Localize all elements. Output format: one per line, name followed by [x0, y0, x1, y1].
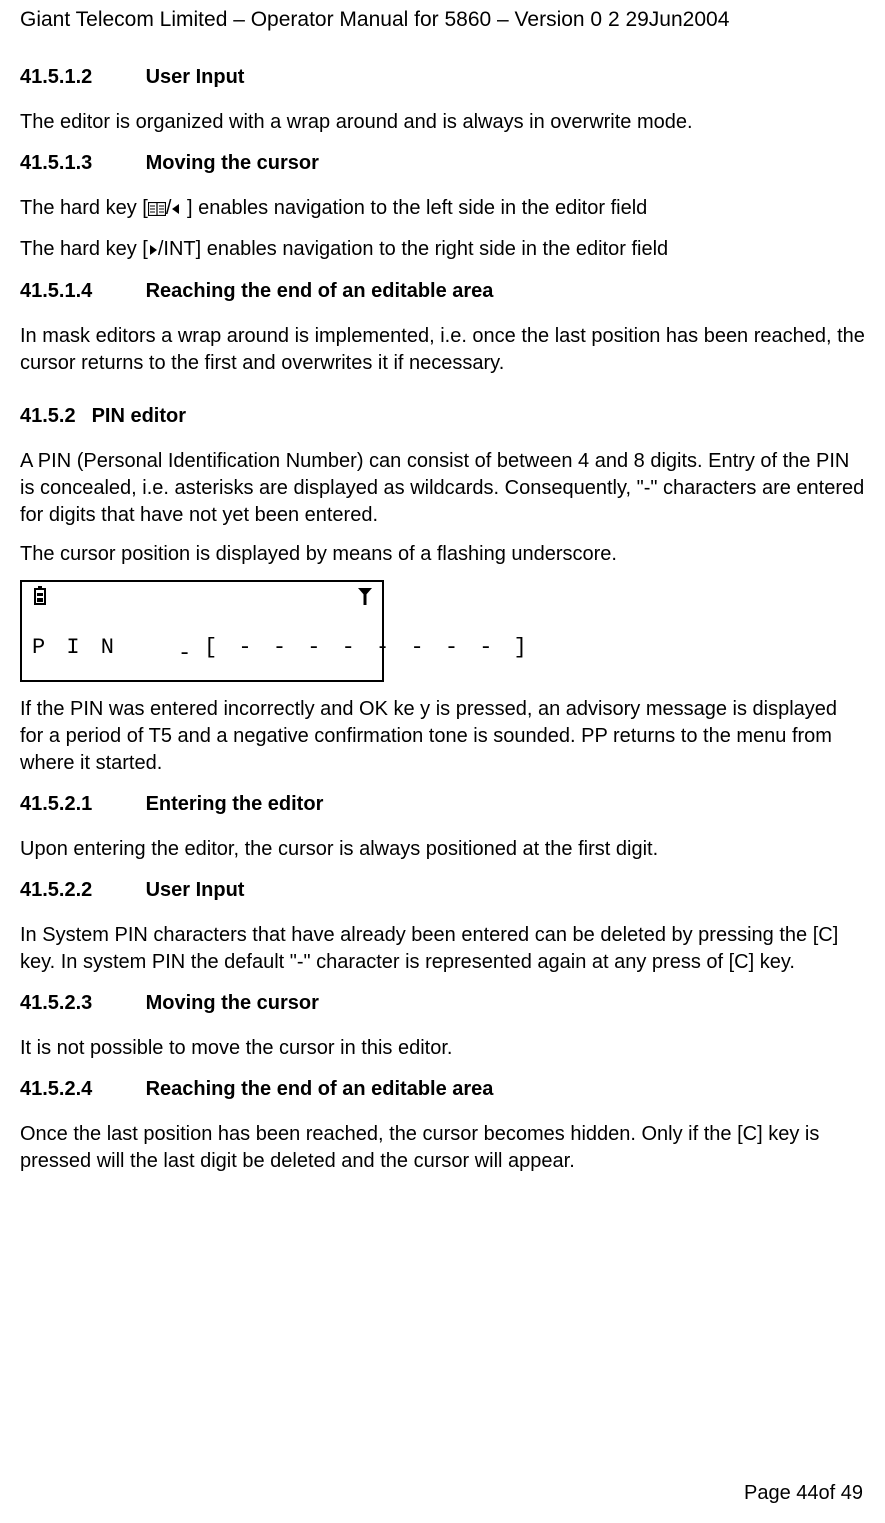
- body-text: It is not possible to move the cursor in…: [20, 1035, 865, 1062]
- heading-41513: 41.5.1.3 Moving the cursor: [20, 150, 865, 177]
- body-text: Upon entering the editor, the cursor is …: [20, 836, 865, 863]
- triangle-right-icon: [148, 237, 158, 264]
- section-number: 41.5.2.1: [20, 791, 140, 818]
- section-title: Moving the cursor: [146, 152, 319, 174]
- section-number: 41.5.1.2: [20, 64, 140, 91]
- section-title: Entering the editor: [146, 793, 324, 815]
- triangle-left-icon: [171, 196, 181, 223]
- section-title: User Input: [146, 66, 245, 88]
- section-number: 41.5.1.4: [20, 278, 140, 305]
- page-footer: Page 44of 49: [744, 1480, 863, 1507]
- heading-4152: 41.5.2 PIN editor: [20, 403, 865, 430]
- section-title: User Input: [146, 879, 245, 901]
- heading-41522: 41.5.2.2 User Input: [20, 877, 865, 904]
- section-title: PIN editor: [92, 405, 186, 427]
- text-fragment: ] enables navigation to the left side in…: [181, 197, 647, 219]
- heading-41512: 41.5.1.2 User Input: [20, 64, 865, 91]
- body-text: The cursor position is displayed by mean…: [20, 541, 865, 568]
- text-fragment: The hard key [: [20, 197, 148, 219]
- body-text: Once the last position has been reached,…: [20, 1121, 865, 1175]
- body-text: The hard key [/ ] enables navigation to …: [20, 195, 865, 224]
- body-text: In System PIN characters that have alrea…: [20, 922, 865, 976]
- body-text: The hard key [ /INT] enables navigation t…: [20, 236, 865, 264]
- section-number: 41.5.2.4: [20, 1076, 140, 1103]
- pin-field-text: P I N [ - - - - - - - - ]: [32, 633, 372, 663]
- book-icon: [148, 197, 166, 224]
- body-text: In mask editors a wrap around is impleme…: [20, 323, 865, 377]
- page-header: Giant Telecom Limited – Operator Manual …: [20, 6, 865, 36]
- text-fragment: /INT] enables navigation to the right si…: [158, 238, 668, 260]
- section-number: 41.5.2.2: [20, 877, 140, 904]
- section-title: Reaching the end of an editable area: [146, 280, 494, 302]
- heading-41524: 41.5.2.4 Reaching the end of an editable…: [20, 1076, 865, 1103]
- heading-41521: 41.5.2.1 Entering the editor: [20, 791, 865, 818]
- body-text: If the PIN was entered incorrectly and O…: [20, 696, 865, 777]
- pin-display-box: P I N [ - - - - - - - - ] -: [20, 580, 384, 682]
- section-number: 41.5.2.3: [20, 990, 140, 1017]
- section-number: 41.5.1.3: [20, 150, 140, 177]
- section-title: Moving the cursor: [146, 992, 319, 1014]
- heading-41523: 41.5.2.3 Moving the cursor: [20, 990, 865, 1017]
- battery-icon: [30, 586, 50, 606]
- body-text: A PIN (Personal Identification Number) c…: [20, 448, 865, 529]
- pin-cursor: -: [178, 639, 191, 669]
- section-number: 41.5.2: [20, 403, 86, 430]
- document-page: Giant Telecom Limited – Operator Manual …: [0, 0, 885, 1523]
- heading-41514: 41.5.1.4 Reaching the end of an editable…: [20, 278, 865, 305]
- section-title: Reaching the end of an editable area: [146, 1078, 494, 1100]
- text-fragment: The hard key [: [20, 238, 148, 260]
- body-text: The editor is organized with a wrap arou…: [20, 109, 865, 136]
- antenna-icon: [356, 586, 374, 606]
